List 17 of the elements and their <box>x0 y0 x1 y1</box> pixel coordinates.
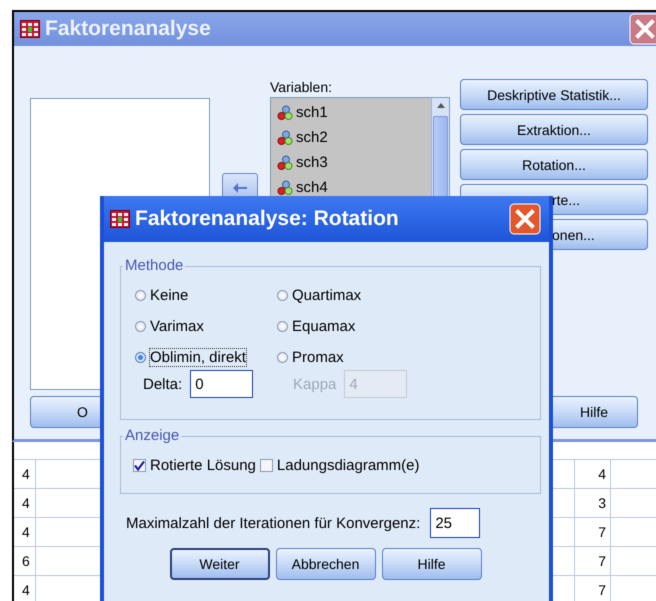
table-cell: 7 <box>575 547 611 575</box>
window-title: Faktorenanalyse: Rotation <box>135 207 400 231</box>
field-label: Maximalzahl der Iterationen für Konvergenz: <box>126 514 420 532</box>
table-cell: 6 <box>14 547 36 575</box>
table-cell: 7 <box>575 576 611 601</box>
table-cell: 3 <box>575 489 611 517</box>
table-cell: 4 <box>14 489 36 517</box>
table-cell: 4 <box>14 576 36 601</box>
window-title: Faktorenanalyse <box>45 17 212 41</box>
table-cell: 4 <box>14 460 36 488</box>
table-cell: 7 <box>575 518 611 546</box>
group-label: Anzeige <box>123 427 182 444</box>
table-cell: 4 <box>575 460 611 488</box>
list-label: Variablen: <box>270 79 334 95</box>
field-label: Kappa <box>293 376 336 392</box>
table-cell: 4 <box>14 518 36 546</box>
field-label: Delta: <box>143 376 182 392</box>
